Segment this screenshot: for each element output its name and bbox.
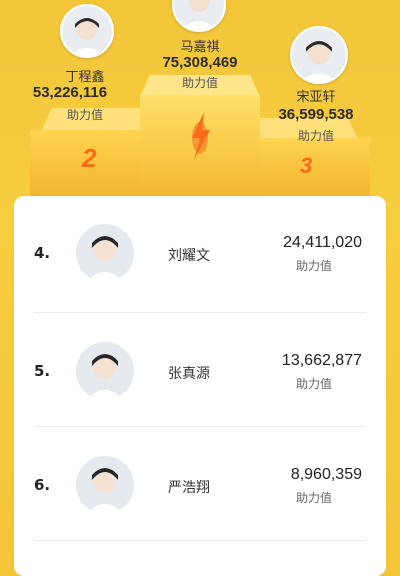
avatar-second[interactable] [60,4,114,58]
first-name: 马嘉祺 [180,40,220,55]
list-item-name: 张真源 [168,366,210,382]
list-item-rank: 6. [34,476,51,494]
list-item[interactable]: 4. 刘耀文 24,411,020 助力值 [14,196,386,308]
list-item-unit: 助力值 [295,491,332,505]
list-item[interactable]: 5. 张真源 13,662,877 助力值 [14,314,386,426]
list-item-rank: 4. [34,244,51,262]
second-score: 53,226,116 [32,84,108,101]
list-item-score: 13,662,877 [281,352,362,369]
second-name: 丁程鑫 [65,70,105,85]
divider [34,540,366,541]
list-item-unit: 助力值 [295,259,332,273]
third-rank-number: 3 [300,153,313,178]
list-item-score: 24,411,020 [283,234,362,251]
third-name: 宋亚轩 [296,90,336,105]
avatar[interactable] [76,456,134,514]
list-item-unit: 助力值 [295,377,332,391]
third-unit: 助力值 [297,129,334,143]
podium: 马嘉祺 75,308,469 助力值 丁程鑫 53,226,116 助力值 2 … [0,0,400,200]
avatar-third[interactable] [290,26,348,84]
list-item[interactable]: 6. 严浩翔 8,960,359 助力值 [14,428,386,540]
avatar-first[interactable] [172,0,226,32]
second-rank-number: 2 [82,143,97,173]
list-item-name: 严浩翔 [168,480,210,496]
divider [34,312,366,313]
divider [34,426,366,427]
avatar[interactable] [76,342,134,400]
list-item-name: 刘耀文 [168,248,210,264]
podium-third-block [260,138,370,200]
list-item-rank: 5. [34,362,51,380]
second-unit: 助力值 [66,108,103,122]
lightning-emblem-icon [192,112,210,160]
avatar[interactable] [76,224,134,282]
third-score: 36,599,538 [278,106,354,123]
ranking-list-card: 4. 刘耀文 24,411,020 助力值 5. 张真源 13,662,877 … [14,196,386,576]
list-item-score: 8,960,359 [290,466,362,483]
